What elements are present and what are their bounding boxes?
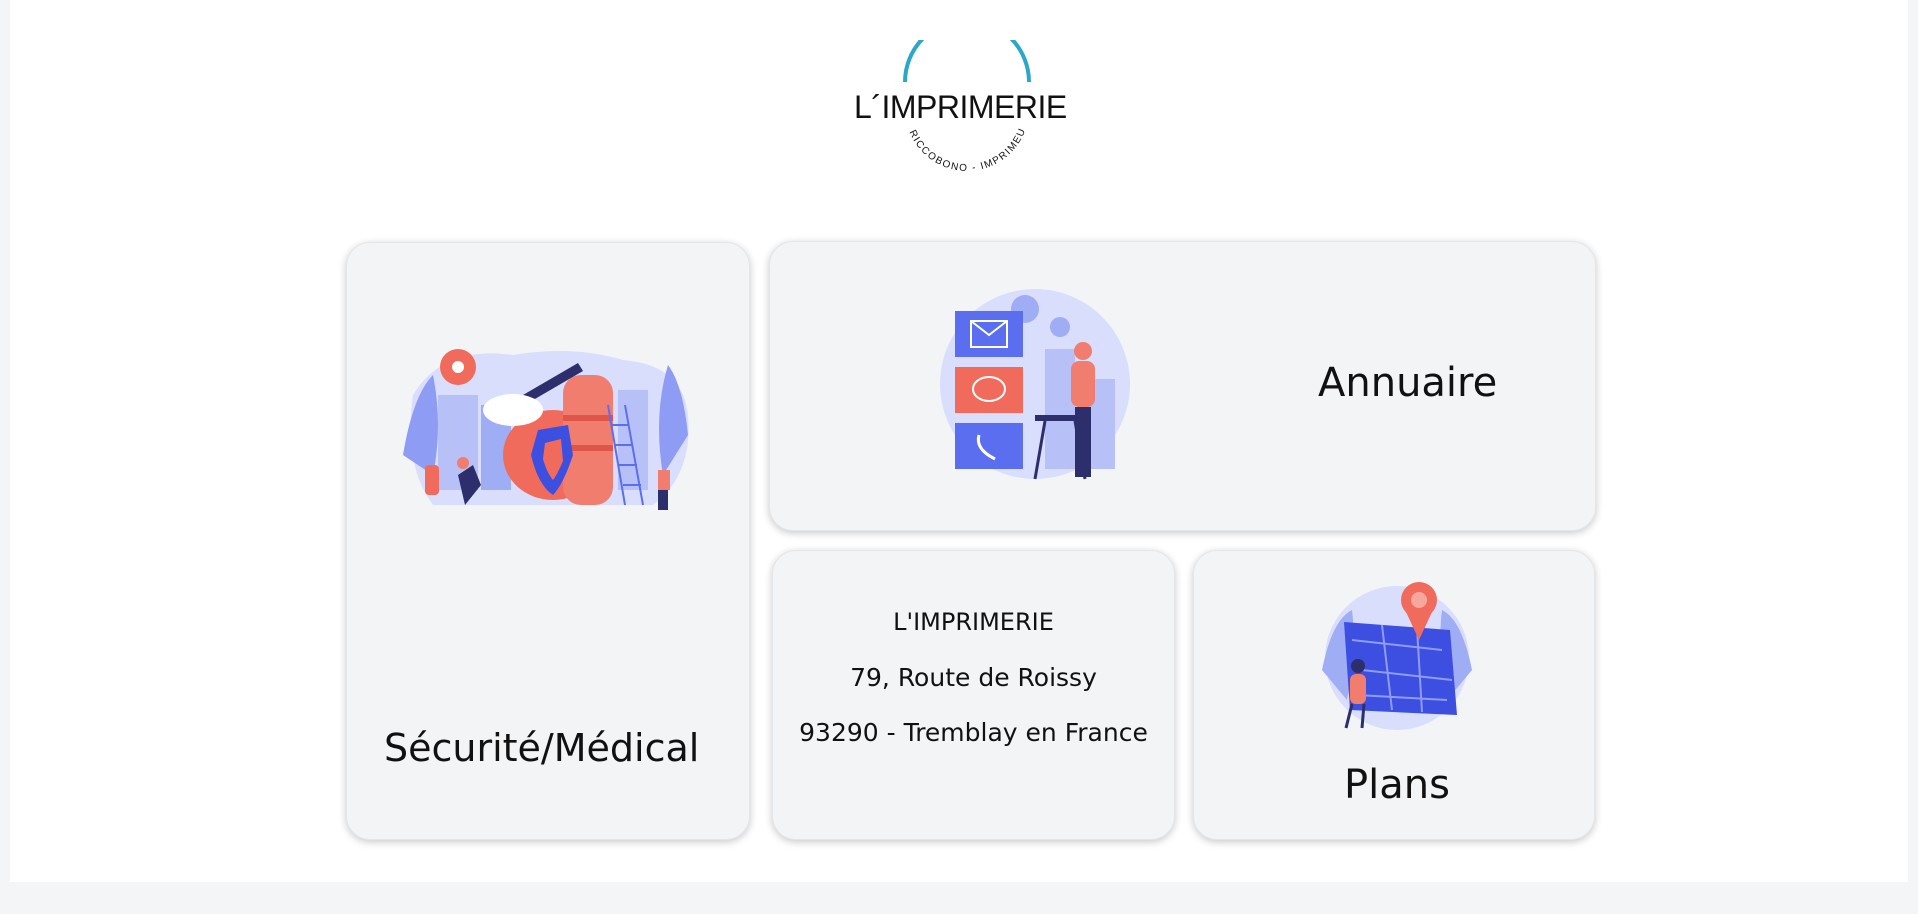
map-illustration [1322, 582, 1472, 730]
address-company: L'IMPRIMERIE [893, 608, 1054, 636]
page: RICCOBONO - IMPRIMEURS L´IMPRIMERIE [10, 0, 1908, 882]
plans-card[interactable]: Plans [1193, 550, 1595, 840]
annuaire-card[interactable]: Annuaire [769, 241, 1596, 531]
annuaire-title: Annuaire [1318, 360, 1498, 406]
logo-wordmark: L´IMPRIMERIE [854, 89, 1067, 125]
securite-medical-card[interactable]: Sécurité/Médical [346, 242, 750, 840]
address-city: 93290 - Tremblay en France [799, 718, 1148, 747]
address-street: 79, Route de Roissy [850, 663, 1097, 692]
fire-safety-illustration [403, 349, 689, 510]
directory-illustration [940, 289, 1130, 480]
address-card: L'IMPRIMERIE 79, Route de Roissy 93290 -… [772, 550, 1175, 840]
plans-title: Plans [1344, 762, 1450, 808]
company-logo[interactable]: RICCOBONO - IMPRIMEURS L´IMPRIMERIE [848, 40, 1094, 176]
securite-medical-title: Sécurité/Médical [384, 726, 700, 770]
